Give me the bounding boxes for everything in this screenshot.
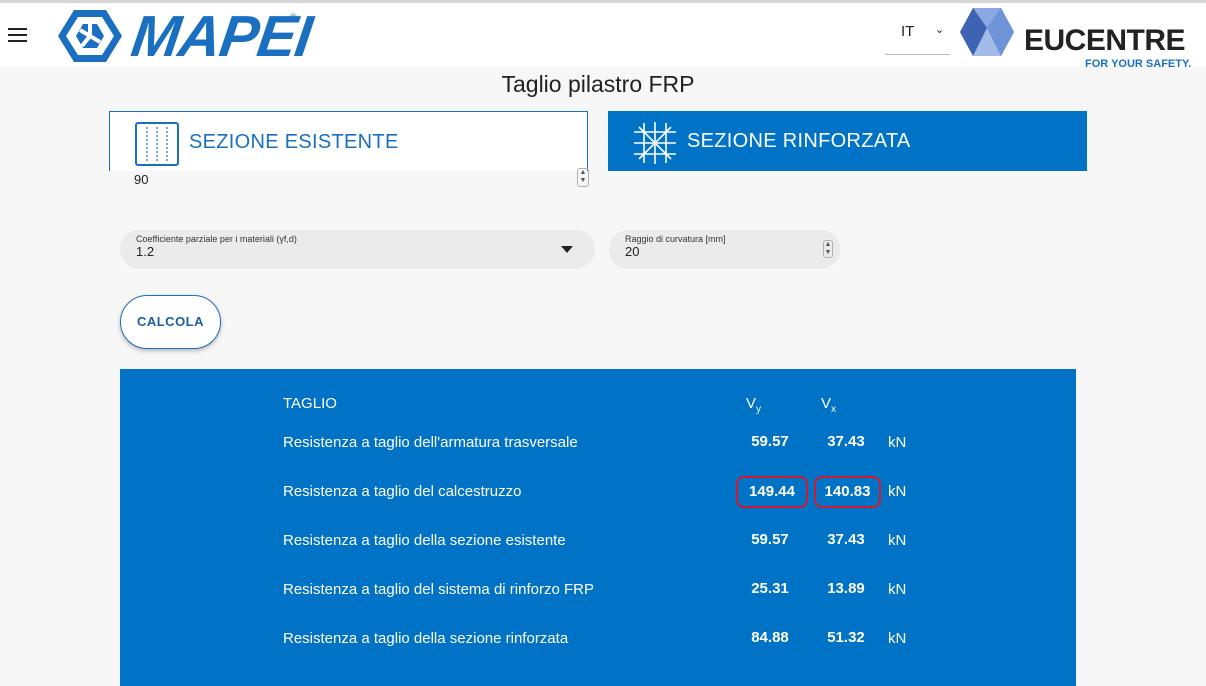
calcola-button[interactable]: CALCOLA: [120, 295, 221, 349]
table-row: Resistenza a taglio della sezione rinfor…: [120, 624, 1076, 654]
tab-sezione-rinforzata[interactable]: SEZIONE RINFORZATA: [608, 111, 1087, 171]
row-label: Resistenza a taglio della sezione esiste…: [283, 532, 566, 549]
row-label: Resistenza a taglio del calcestruzzo: [283, 483, 522, 500]
row-unit: kN: [888, 630, 907, 647]
row-label: Resistenza a taglio della sezione rinfor…: [283, 630, 569, 647]
language-select[interactable]: IT ⌄: [885, 17, 950, 55]
coefficient-label: Coefficiente parziale per i materiali (γ…: [136, 234, 297, 244]
tab-label: SEZIONE RINFORZATA: [687, 130, 911, 152]
radius-value: 20: [625, 244, 640, 259]
table-row: Resistenza a taglio del sistema di rinfo…: [120, 575, 1076, 605]
vy-header: Vy: [746, 395, 762, 415]
number-spinner[interactable]: ▲ ▼: [577, 168, 589, 187]
row-vy-value: 59.57: [751, 531, 789, 548]
results-panel: TAGLIO Vy Vx Resistenza a taglio dell'ar…: [120, 369, 1076, 686]
row-vx-value: 37.43: [827, 433, 865, 450]
mapei-wordmark: MAPEI: [127, 4, 316, 69]
tab-sezione-esistente[interactable]: SEZIONE ESISTENTE: [109, 111, 588, 171]
row-label: Resistenza a taglio del sistema di rinfo…: [283, 581, 594, 598]
registered-mark: ®: [290, 12, 297, 22]
row-vx-value: 51.32: [827, 629, 865, 646]
row-unit: kN: [888, 581, 907, 598]
tab-label: SEZIONE ESISTENTE: [189, 131, 399, 153]
eucentre-gem-icon[interactable]: [959, 6, 1015, 58]
partial-field-value[interactable]: 90: [134, 172, 148, 187]
row-vy-value-highlighted: 149.44: [736, 476, 808, 508]
row-label: Resistenza a taglio dell'armatura trasve…: [283, 434, 578, 451]
coefficient-select[interactable]: Coefficiente parziale per i materiali (γ…: [120, 230, 595, 269]
table-row: Resistenza a taglio del calcestruzzo 149…: [120, 476, 1076, 508]
row-vy-value: 25.31: [751, 580, 789, 597]
row-vx-value: 13.89: [827, 580, 865, 597]
row-vy-value: 59.57: [751, 433, 789, 450]
mapei-logo[interactable]: MAPEI ®: [57, 4, 315, 69]
column-section-icon: [135, 122, 179, 166]
table-row: Resistenza a taglio dell'armatura trasve…: [120, 428, 1076, 458]
reinforced-mesh-icon: [634, 122, 676, 164]
eucentre-tagline: FOR YOUR SAFETY.: [1085, 58, 1192, 70]
row-vy-value: 84.88: [751, 629, 789, 646]
eucentre-wordmark: EUCENTRE: [1024, 24, 1186, 57]
chevron-down-icon: ⌄: [935, 24, 945, 36]
table-row: Resistenza a taglio della sezione esiste…: [120, 526, 1076, 556]
row-unit: kN: [888, 483, 907, 500]
row-unit: kN: [888, 532, 907, 549]
caret-down-icon: [561, 246, 573, 253]
vx-header: Vx: [821, 395, 837, 415]
radius-input[interactable]: Raggio di curvatura [mm] 20 ▲ ▼: [609, 230, 840, 269]
page-title: Taglio pilastro FRP: [501, 71, 695, 97]
coefficient-value: 1.2: [136, 244, 155, 259]
language-value: IT: [901, 23, 915, 40]
row-vx-value: 37.43: [827, 531, 865, 548]
results-header-title: TAGLIO: [283, 395, 337, 412]
row-vx-value-highlighted: 140.83: [814, 476, 881, 508]
number-spinner[interactable]: ▲ ▼: [823, 240, 833, 258]
radius-label: Raggio di curvatura [mm]: [625, 234, 726, 244]
row-unit: kN: [888, 434, 907, 451]
menu-icon[interactable]: [8, 28, 27, 42]
mapei-emblem-icon: [58, 10, 122, 62]
header: MAPEI ® IT ⌄ EUCENTRE FOR YOUR SAFETY.: [0, 0, 1206, 70]
